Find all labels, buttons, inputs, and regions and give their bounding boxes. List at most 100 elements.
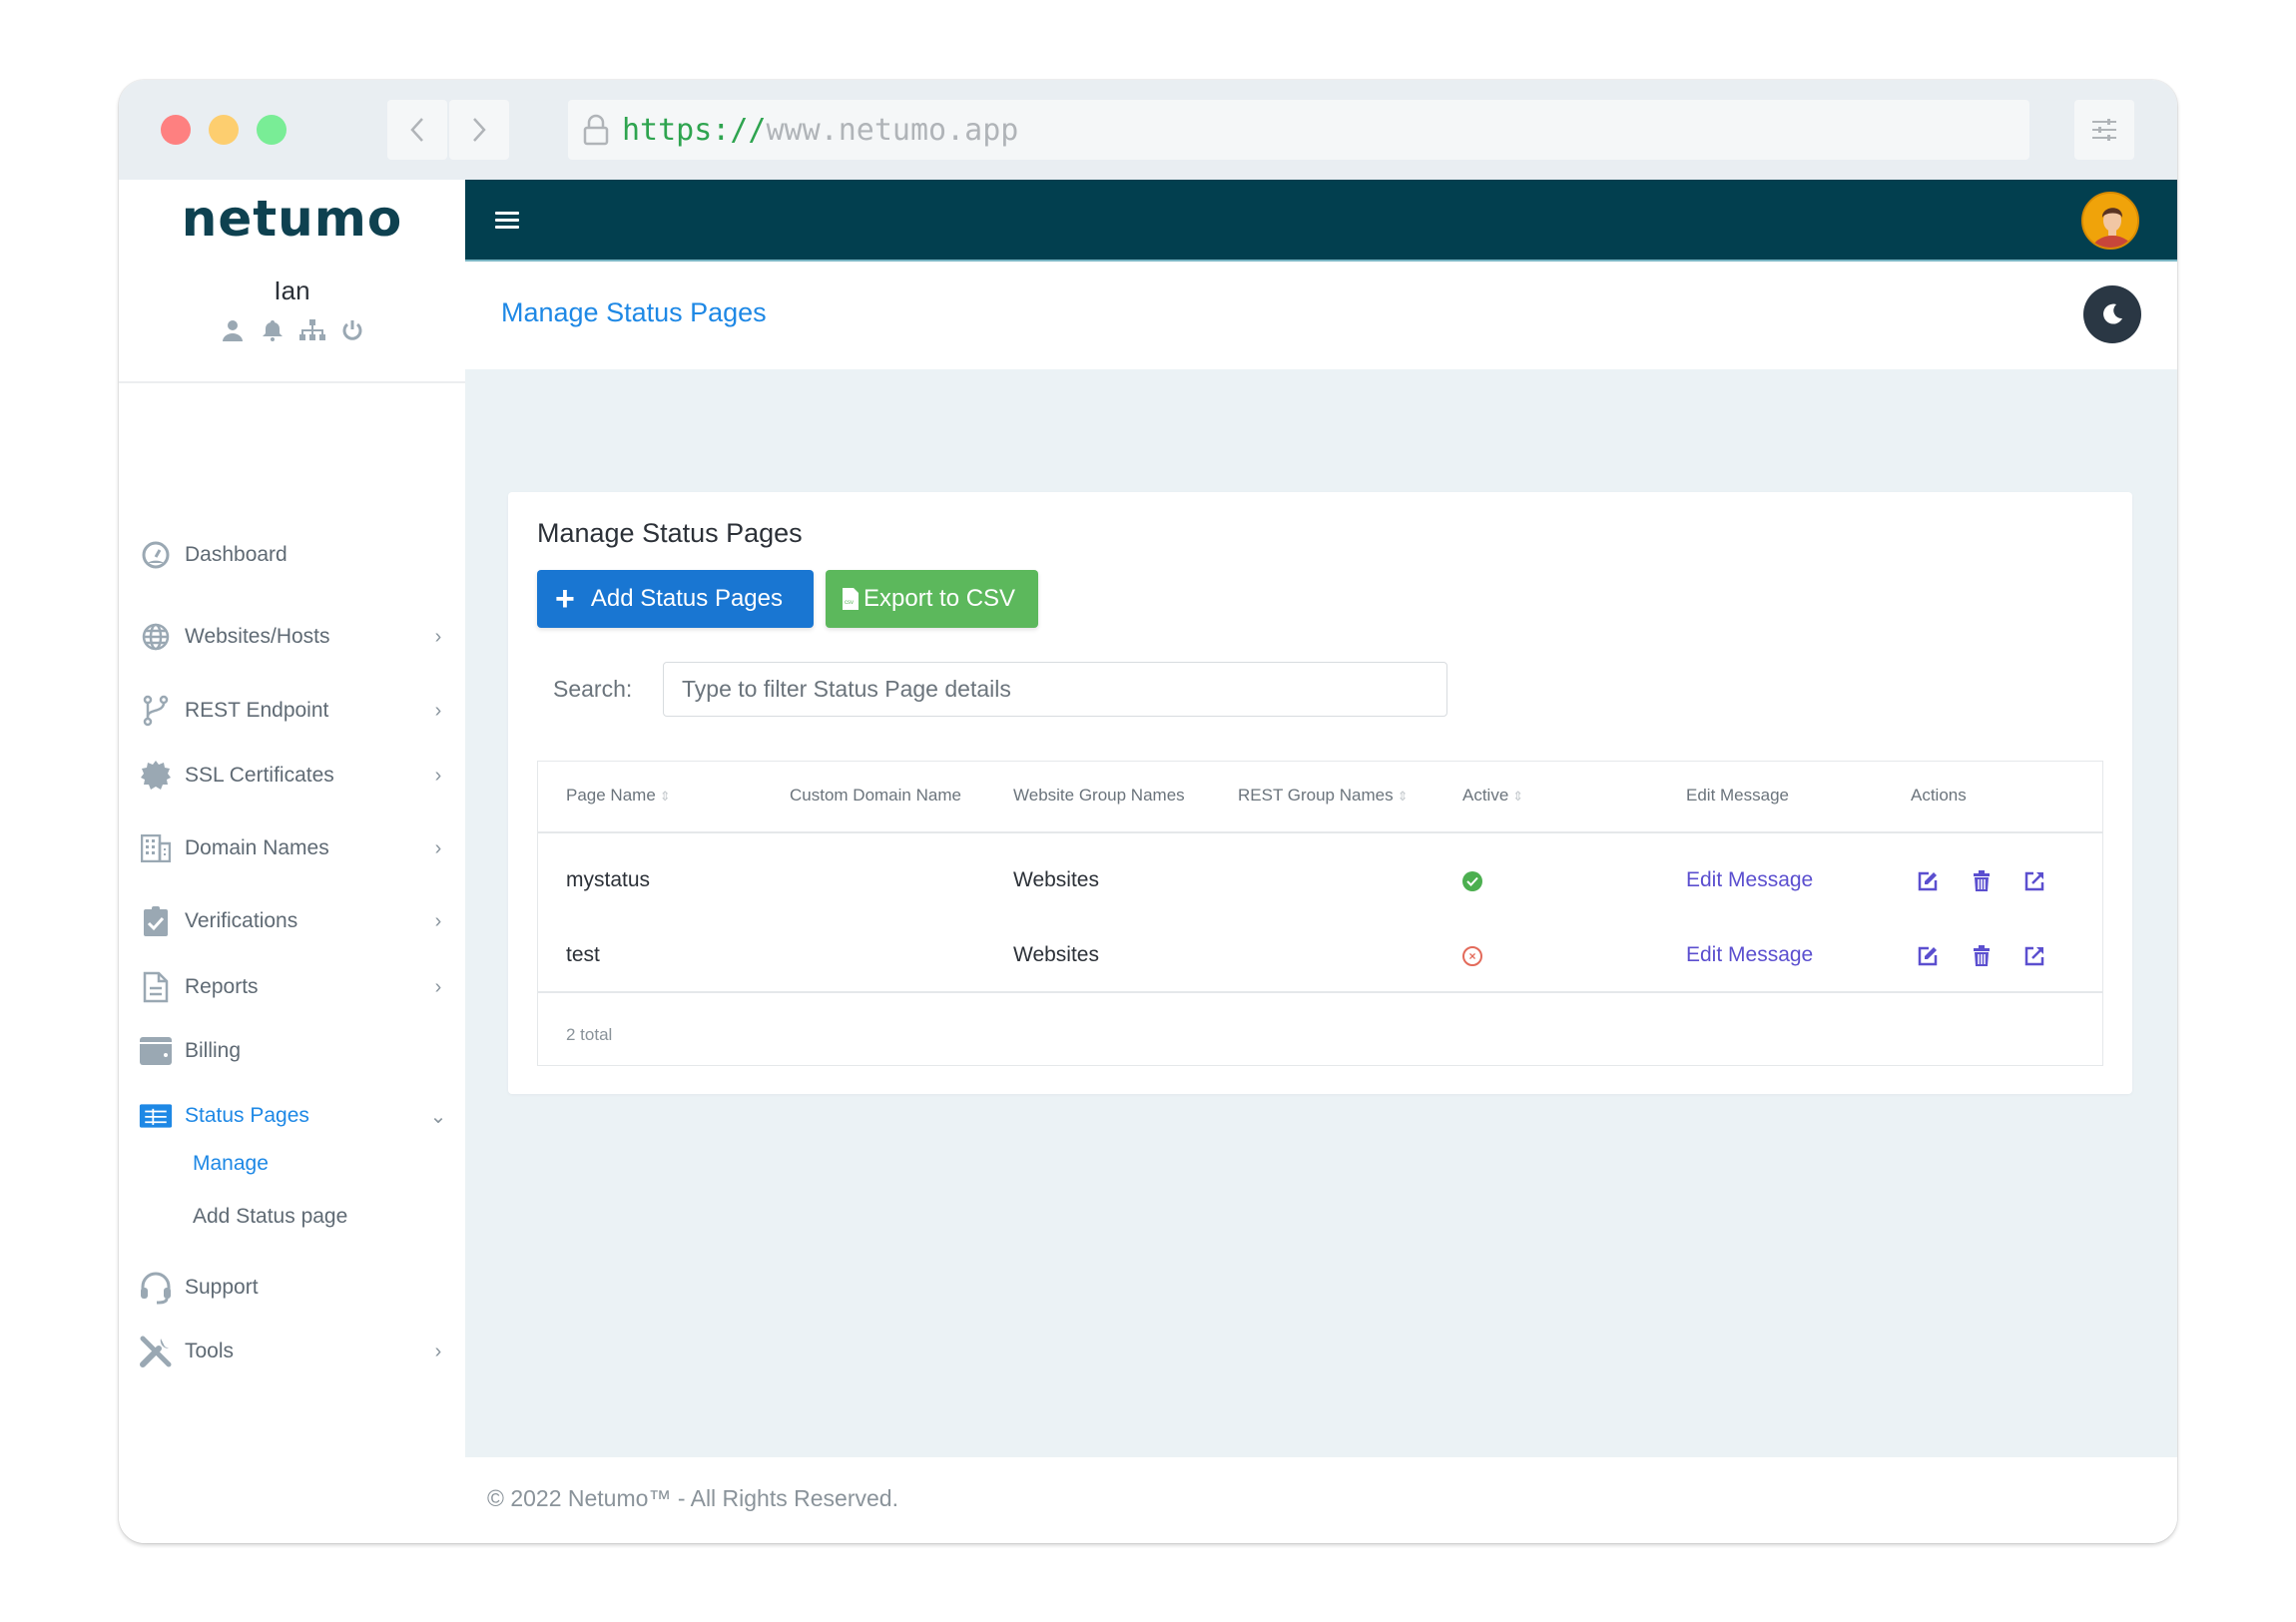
search-label: Search: — [553, 676, 633, 702]
chevron-right-icon: › — [434, 836, 442, 859]
edit-icon[interactable] — [1915, 943, 1941, 969]
sort-icon: ⇕ — [1397, 789, 1409, 804]
column-header-website-group-names: Website Group Names — [1013, 786, 1185, 805]
sidebar-item-status-pages[interactable]: Status Pages ⌄ — [139, 1094, 448, 1138]
sidebar-item-label: REST Endpoint — [185, 699, 329, 722]
column-header-page-name[interactable]: Page Name ⇕ — [566, 786, 671, 806]
chevron-right-icon: › — [434, 699, 442, 722]
sidebar-item-tools[interactable]: Tools › — [139, 1330, 448, 1373]
power-icon[interactable] — [339, 317, 365, 343]
table-total-count: 2 total — [566, 1025, 613, 1044]
headset-icon — [139, 1271, 173, 1305]
sidebar-item-label: Domain Names — [185, 836, 329, 859]
copyright-text: © 2022 Netumo™ - All Rights Reserved. — [487, 1485, 898, 1511]
sidebar-item-dashboard[interactable]: Dashboard — [139, 533, 448, 577]
dashboard-gauge-icon — [139, 538, 173, 572]
tools-icon — [139, 1335, 173, 1368]
svg-text:csv: csv — [845, 600, 854, 606]
user-quick-actions — [119, 317, 465, 343]
export-to-csv-button[interactable]: csv Export to CSV — [826, 570, 1038, 628]
globe-icon — [139, 620, 173, 654]
cell-website-groups: Websites — [1013, 868, 1099, 891]
search-input[interactable] — [663, 662, 1447, 717]
sidebar-item-websites-hosts[interactable]: Websites/Hosts › — [139, 615, 448, 659]
hamburger-menu-icon[interactable] — [495, 206, 519, 234]
browser-titlebar: https://www.netumo.app — [119, 80, 2177, 180]
sidebar-item-label: SSL Certificates — [185, 764, 334, 787]
chevron-right-icon: › — [434, 975, 442, 998]
brand-logo[interactable]: netumo — [119, 190, 465, 248]
chevron-right-icon: › — [434, 1340, 442, 1362]
sidebar-item-label: Websites/Hosts — [185, 625, 330, 648]
sidebar-item-rest-endpoint[interactable]: REST Endpoint › — [139, 689, 448, 733]
window-maximize-button[interactable] — [257, 115, 287, 145]
browser-settings-button[interactable] — [2074, 100, 2134, 160]
external-link-icon[interactable] — [2021, 943, 2047, 969]
main-content: Manage Status Pages Manage Status Pages … — [465, 180, 2177, 1543]
window-close-button[interactable] — [161, 115, 191, 145]
column-header-actions: Actions — [1911, 786, 1967, 805]
cell-active: × — [1462, 946, 1482, 966]
sidebar-item-verifications[interactable]: Verifications › — [139, 899, 448, 943]
sidebar-item-ssl-certificates[interactable]: SSL Certificates › — [139, 754, 448, 798]
page-title: Manage Status Pages — [501, 297, 767, 327]
clipboard-check-icon — [139, 904, 173, 938]
dark-mode-toggle[interactable] — [2083, 285, 2141, 343]
browser-forward-button[interactable] — [449, 100, 509, 160]
status-pages-table: Page Name ⇕ Custom Domain Name Website Gr… — [537, 761, 2103, 1066]
column-header-edit-message: Edit Message — [1686, 786, 1789, 805]
sidebar-item-domain-names[interactable]: Domain Names › — [139, 826, 448, 870]
sidebar-item-reports[interactable]: Reports › — [139, 965, 448, 1009]
cell-active — [1462, 871, 1482, 891]
sidebar-divider — [119, 381, 465, 383]
table-row: mystatus Websites Edit Message — [538, 846, 2102, 920]
browser-window: https://www.netumo.app netumo Ian Dashbo… — [119, 80, 2177, 1543]
sidebar-subitem-manage[interactable]: Manage — [193, 1152, 269, 1176]
table-header: Page Name ⇕ Custom Domain Name Website Gr… — [538, 762, 2102, 833]
chevron-right-icon: › — [434, 764, 442, 787]
user-avatar-icon[interactable] — [2081, 192, 2139, 250]
status-pages-card: Manage Status Pages + Add Status Pages c… — [508, 492, 2132, 1094]
chevron-right-icon: › — [434, 625, 442, 648]
sidebar-subitem-add-status-page[interactable]: Add Status page — [193, 1205, 347, 1229]
edit-message-link[interactable]: Edit Message — [1686, 868, 1813, 892]
moon-icon — [2103, 303, 2122, 324]
sidebar-item-label: Dashboard — [185, 543, 287, 566]
sidebar-item-label: Reports — [185, 975, 259, 998]
trash-icon[interactable] — [1969, 868, 1995, 894]
browser-back-button[interactable] — [387, 100, 447, 160]
sidebar-item-support[interactable]: Support — [139, 1266, 448, 1310]
column-header-active[interactable]: Active ⇕ — [1462, 786, 1523, 806]
edit-icon[interactable] — [1915, 868, 1941, 894]
window-minimize-button[interactable] — [209, 115, 239, 145]
sliders-icon — [2092, 119, 2116, 141]
sort-icon: ⇕ — [659, 789, 671, 804]
external-link-icon[interactable] — [2021, 868, 2047, 894]
add-status-pages-button[interactable]: + Add Status Pages — [537, 570, 814, 628]
wallet-icon — [139, 1034, 173, 1068]
csv-file-icon: csv — [843, 588, 859, 610]
url-host: www.netumo.app — [766, 112, 1019, 148]
sidebar-item-label: Tools — [185, 1340, 235, 1362]
column-header-rest-group-names[interactable]: REST Group Names ⇕ — [1238, 786, 1408, 806]
sidebar-item-billing[interactable]: Billing — [139, 1029, 448, 1073]
edit-message-link[interactable]: Edit Message — [1686, 943, 1813, 967]
list-alt-icon — [139, 1099, 173, 1133]
cell-website-groups: Websites — [1013, 943, 1099, 966]
certificate-icon — [139, 759, 173, 793]
sidebar-item-label: Billing — [185, 1039, 242, 1062]
export-to-csv-label: Export to CSV — [863, 585, 1016, 612]
address-bar[interactable]: https://www.netumo.app — [568, 100, 2029, 160]
sitemap-icon[interactable] — [298, 317, 325, 343]
sidebar-item-label: Verifications — [185, 909, 298, 932]
chevron-right-icon — [473, 118, 486, 142]
page-footer: © 2022 Netumo™ - All Rights Reserved. — [465, 1457, 2177, 1543]
bell-icon[interactable] — [260, 317, 286, 343]
check-circle-icon — [1462, 871, 1482, 891]
user-icon[interactable] — [220, 317, 246, 343]
building-icon — [139, 831, 173, 865]
trash-icon[interactable] — [1969, 943, 1995, 969]
plus-icon: + — [555, 580, 575, 618]
code-branch-icon — [139, 694, 173, 728]
page-header: Manage Status Pages — [465, 262, 2177, 369]
